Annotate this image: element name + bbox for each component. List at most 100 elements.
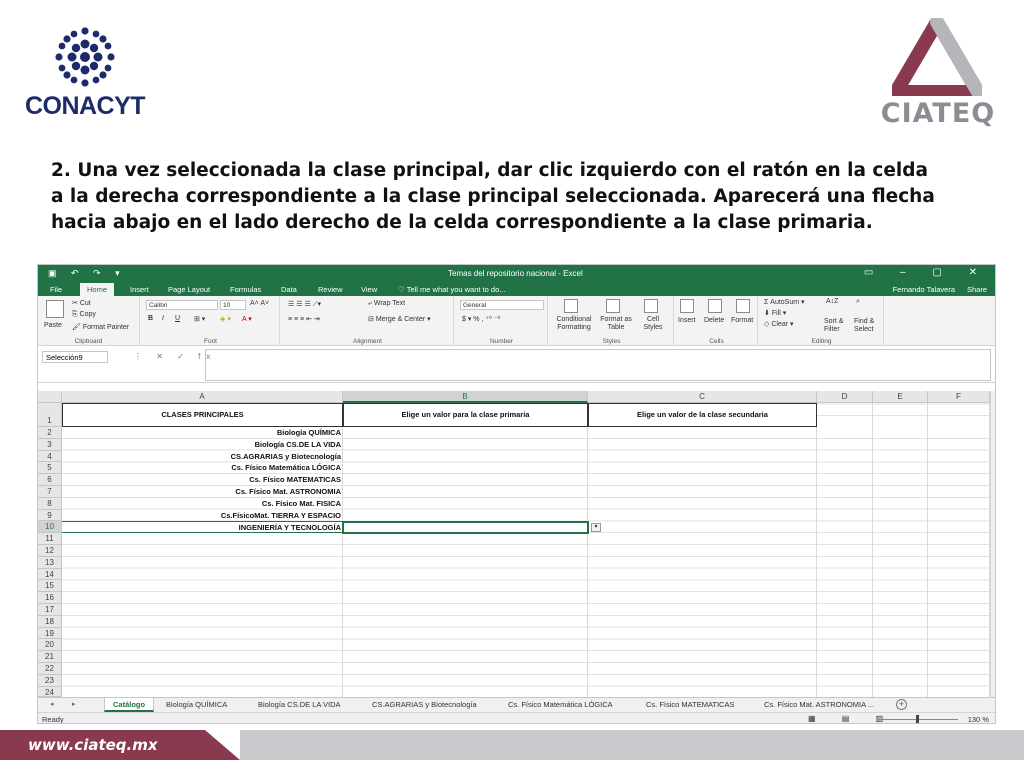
sheet-nav-prev-icon[interactable]: ◂ (50, 700, 54, 708)
tab-view[interactable]: View (361, 285, 377, 294)
row-header[interactable]: 5 (38, 462, 62, 475)
column-header-b[interactable]: B (343, 391, 588, 403)
fill-color-icon[interactable]: ◈ ▾ (220, 315, 231, 323)
sheet-tab[interactable]: Biología CS.DE LA VIDA (258, 700, 341, 709)
row-header[interactable]: 16 (38, 592, 62, 604)
zoom-level[interactable]: 130 % (968, 715, 989, 723)
sheet-tab-catalogo[interactable]: Catálogo (104, 698, 155, 712)
cell-a3[interactable]: Biología CS.DE LA VIDA (62, 439, 343, 451)
cell-a2[interactable]: Biología QUÍMICA (62, 427, 343, 439)
worksheet-grid[interactable]: CLASES PRINCIPALES Elige un valor para l… (62, 403, 990, 697)
merge-center-button[interactable]: ⊟ Merge & Center ▾ (368, 315, 431, 323)
tell-me-search[interactable]: ♡ Tell me what you want to do... (398, 285, 506, 294)
number-format-select[interactable]: General (460, 300, 544, 310)
row-header[interactable]: 1 (38, 403, 62, 427)
font-size-select[interactable]: 10 (220, 300, 246, 310)
tab-formulas[interactable]: Formulas (230, 285, 261, 294)
font-size-buttons[interactable]: A˄ A˅ (250, 300, 269, 307)
insert-button[interactable]: Insert (678, 317, 696, 324)
borders-icon[interactable]: ⊞ ▾ (194, 315, 205, 323)
format-painter-button[interactable]: 🖌 Format Painter (72, 323, 129, 331)
user-name[interactable]: Fernando Talavera (893, 285, 955, 294)
column-header-d[interactable]: D (817, 391, 873, 403)
dropdown-arrow-icon[interactable]: ▾ (591, 523, 601, 532)
sheet-tab[interactable]: Cs. Físico Mat. ASTRONOMIA ... (764, 700, 890, 709)
copy-button[interactable]: ⎘ Copy (72, 311, 96, 319)
cell-a10[interactable]: INGENIERÍA Y TECNOLOGÍA (62, 521, 343, 534)
row-header[interactable]: 7 (38, 486, 62, 498)
row-header[interactable]: 8 (38, 497, 62, 510)
insert-cells-icon[interactable] (680, 299, 694, 313)
tab-review[interactable]: Review (318, 285, 343, 294)
fx-icons[interactable]: ⋮ ✕ ✓ fx (134, 352, 216, 361)
row-header[interactable]: 18 (38, 615, 62, 628)
tab-data[interactable]: Data (281, 285, 297, 294)
add-sheet-icon[interactable]: + (896, 699, 907, 710)
column-header-a[interactable]: A (62, 391, 343, 403)
cell-a4[interactable]: CS.AGRARIAS y Biotecnología (62, 451, 343, 463)
column-header-f[interactable]: F (928, 391, 990, 403)
paste-button[interactable]: Paste (44, 322, 62, 329)
name-box[interactable]: Selección9 (42, 351, 108, 363)
tab-home[interactable]: Home (80, 283, 115, 296)
sheet-nav-next-icon[interactable]: ▸ (72, 700, 76, 708)
row-header[interactable]: 20 (38, 639, 62, 652)
row-header[interactable]: 6 (38, 474, 62, 486)
row-header[interactable]: 14 (38, 568, 62, 581)
row-header[interactable]: 2 (38, 427, 62, 439)
row-header[interactable]: 24 (38, 686, 62, 697)
underline-button[interactable]: U (175, 315, 180, 322)
row-header[interactable]: 11 (38, 533, 62, 545)
tab-file[interactable]: File (50, 285, 62, 294)
share-button[interactable]: Share (967, 285, 987, 294)
sheet-tab[interactable]: Cs. Físico Matemática LÓGICA (508, 700, 613, 709)
cell-b1[interactable]: Elige un valor para la clase primaria (343, 403, 588, 427)
cell-styles-button[interactable]: Cell Styles (638, 316, 668, 332)
row-header[interactable]: 21 (38, 651, 62, 663)
autosum-button[interactable]: Σ AutoSum ▾ (764, 298, 805, 306)
number-format-icons[interactable]: $ ▾ % , ⁺⁰ ⁻⁰ (462, 315, 500, 323)
cell-a9[interactable]: Cs.FísicoMat. TIERRA Y ESPACIO (62, 510, 343, 522)
row-header[interactable]: 4 (38, 450, 62, 463)
cut-button[interactable]: ✂ Cut (72, 299, 91, 307)
row-header[interactable]: 9 (38, 509, 62, 522)
select-all-corner[interactable] (38, 391, 62, 403)
cell-a5[interactable]: Cs. Físico Matemática LÓGICA (62, 462, 343, 474)
format-cells-icon[interactable] (736, 299, 750, 313)
italic-button[interactable]: I (162, 315, 164, 322)
column-header-c[interactable]: C (588, 391, 817, 403)
sheet-tab[interactable]: Biología QUÍMICA (166, 700, 227, 709)
cell-c1[interactable]: Elige un valor de la clase secundaria (588, 403, 817, 427)
find-select-button[interactable]: Find & Select (854, 318, 884, 334)
cell-a7[interactable]: Cs. Físico Mat. ASTRONOMIA (62, 486, 343, 498)
row-header[interactable]: 12 (38, 545, 62, 557)
column-header-e[interactable]: E (873, 391, 928, 403)
row-header[interactable]: 13 (38, 556, 62, 569)
delete-cells-icon[interactable] (708, 299, 722, 313)
format-as-table-button[interactable]: Format as Table (598, 316, 634, 332)
active-cell-b10[interactable] (342, 520, 589, 534)
horizontal-align-icons[interactable]: ≡ ≡ ≡ ⇤ ⇥ (288, 315, 320, 323)
row-header[interactable]: 15 (38, 580, 62, 593)
row-header[interactable]: 3 (38, 438, 62, 451)
row-header[interactable]: 19 (38, 627, 62, 640)
row-header[interactable]: 17 (38, 604, 62, 616)
conditional-formatting-button[interactable]: Conditional Formatting (552, 316, 596, 332)
row-header[interactable]: 22 (38, 663, 62, 675)
format-button[interactable]: Format (731, 317, 753, 324)
paste-icon[interactable] (46, 300, 64, 318)
conditional-formatting-icon[interactable] (564, 299, 578, 313)
cell-styles-icon[interactable] (644, 299, 658, 313)
sheet-tab[interactable]: CS.AGRARIAS y Biotecnología (372, 700, 477, 709)
zoom-slider-knob[interactable] (916, 715, 919, 723)
tab-page-layout[interactable]: Page Layout (168, 285, 210, 294)
cell-a1[interactable]: CLASES PRINCIPALES (62, 403, 343, 427)
sort-icon[interactable]: A↕Z (826, 298, 838, 305)
row-header[interactable]: 23 (38, 674, 62, 687)
find-icon[interactable]: ⌕ (856, 298, 860, 306)
formula-input[interactable] (205, 349, 991, 381)
fill-button[interactable]: ⬇ Fill ▾ (764, 309, 786, 317)
cell-a6[interactable]: Cs. Físico MATEMATICAS (62, 474, 343, 486)
wrap-text-button[interactable]: ⤶ Wrap Text (368, 300, 405, 308)
format-as-table-icon[interactable] (606, 299, 620, 313)
